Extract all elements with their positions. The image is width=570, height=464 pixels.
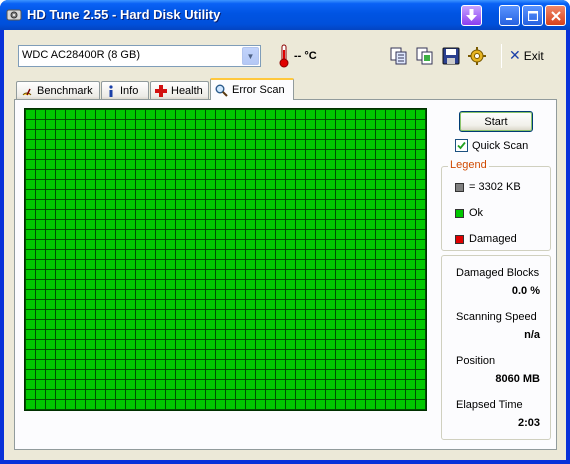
maximize-button[interactable] bbox=[522, 5, 543, 26]
title-bar[interactable]: HD Tune 2.55 - Hard Disk Utility bbox=[0, 0, 570, 30]
close-icon bbox=[550, 10, 561, 21]
legend-group: Legend = 3302 KB Ok Damaged bbox=[441, 159, 551, 251]
maximize-icon bbox=[527, 10, 538, 21]
copy-info-icon[interactable] bbox=[389, 46, 409, 66]
legend-swatch-green bbox=[455, 208, 464, 218]
toolbar-separator bbox=[501, 44, 502, 68]
tab-error-scan[interactable]: Error Scan bbox=[210, 78, 294, 100]
drive-select-value: WDC AC28400R (8 GB) bbox=[22, 49, 140, 61]
download-arrow-icon bbox=[466, 9, 477, 21]
chevron-down-icon[interactable]: ▼ bbox=[242, 47, 259, 65]
thermometer-icon bbox=[279, 44, 289, 68]
client-area: WDC AC28400R (8 GB) ▼ -- °C ✕ Exit Bench… bbox=[4, 30, 566, 460]
legend-item-ok: Ok bbox=[455, 207, 483, 219]
checkbox-check-icon[interactable] bbox=[455, 139, 468, 152]
exit-label: Exit bbox=[523, 48, 544, 63]
scanning-speed-value: n/a bbox=[524, 329, 540, 341]
download-button[interactable] bbox=[461, 5, 482, 26]
legend-item-block-size: = 3302 KB bbox=[455, 181, 521, 193]
benchmark-icon bbox=[22, 88, 32, 96]
quick-scan-checkbox[interactable]: Quick Scan bbox=[455, 139, 528, 152]
minimize-button[interactable] bbox=[499, 5, 520, 26]
copy-screenshot-icon[interactable] bbox=[415, 46, 435, 66]
quick-scan-label: Quick Scan bbox=[472, 139, 529, 152]
minimize-icon bbox=[505, 17, 512, 20]
scanning-speed-label: Scanning Speed bbox=[456, 311, 537, 323]
legend-swatch-gray bbox=[455, 182, 464, 192]
close-button[interactable] bbox=[545, 5, 566, 26]
legend-item-damaged: Damaged bbox=[455, 233, 517, 245]
info-icon bbox=[109, 84, 113, 97]
tab-benchmark[interactable]: Benchmark bbox=[16, 81, 100, 100]
exit-icon: ✕ bbox=[509, 47, 521, 63]
damaged-blocks-value: 0.0 % bbox=[511, 285, 540, 297]
app-icon bbox=[6, 9, 22, 21]
stats-group: Damaged Blocks 0.0 % Scanning Speed n/a … bbox=[441, 255, 551, 440]
scan-block-map bbox=[24, 108, 427, 411]
position-label: Position bbox=[456, 355, 496, 367]
tab-health[interactable]: Health bbox=[150, 81, 209, 100]
start-button-label: Start bbox=[484, 115, 508, 128]
window-title: HD Tune 2.55 - Hard Disk Utility bbox=[27, 7, 221, 22]
app-window: HD Tune 2.55 - Hard Disk Utility WDC AC2… bbox=[0, 0, 570, 464]
elapsed-time-label: Elapsed Time bbox=[456, 399, 523, 411]
exit-button[interactable]: ✕ Exit bbox=[509, 47, 544, 64]
health-icon bbox=[155, 85, 167, 97]
start-button[interactable]: Start bbox=[459, 111, 533, 132]
legend-swatch-red bbox=[455, 234, 464, 244]
tab-info[interactable]: Info bbox=[101, 81, 149, 100]
elapsed-time-value: 2:03 bbox=[517, 417, 540, 429]
damaged-blocks-label: Damaged Blocks bbox=[456, 267, 540, 279]
save-icon[interactable] bbox=[441, 46, 461, 66]
legend-title: Legend bbox=[448, 159, 489, 171]
magnifier-icon bbox=[215, 84, 228, 97]
position-value: 8060 MB bbox=[495, 373, 540, 385]
error-scan-panel: Start Quick Scan Legend = 3302 KB Ok Dam… bbox=[14, 99, 557, 450]
options-icon[interactable] bbox=[467, 46, 487, 66]
drive-select[interactable]: WDC AC28400R (8 GB) ▼ bbox=[18, 45, 261, 67]
temperature-readout: -- °C bbox=[294, 50, 317, 62]
